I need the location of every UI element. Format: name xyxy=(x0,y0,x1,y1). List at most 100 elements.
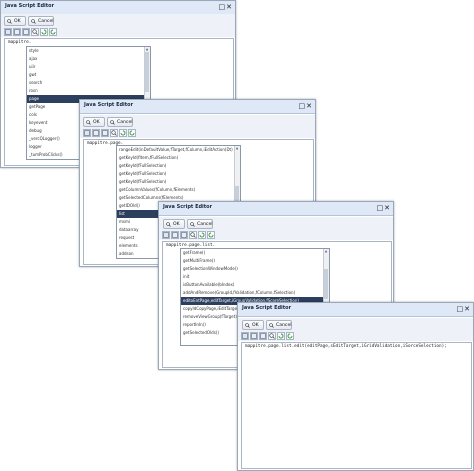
paste-tool-button[interactable] xyxy=(101,129,109,137)
autocomplete-item[interactable]: ajax xyxy=(27,55,150,63)
copy-icon xyxy=(14,29,20,35)
cancel-button[interactable]: Cancel xyxy=(28,16,54,26)
ok-check-icon xyxy=(86,120,91,125)
window-title: Java Script Editor xyxy=(163,204,213,210)
window-title-bar: Java Script Editor □✕ xyxy=(159,202,393,216)
button-bar: OK Cancel xyxy=(159,217,393,230)
cancel-button[interactable]: Cancel xyxy=(107,117,133,127)
copy-tool-button[interactable] xyxy=(171,231,179,239)
button-bar: OK Cancel xyxy=(80,115,315,128)
maximize-icon[interactable]: □ xyxy=(299,102,306,110)
undo-tool-button[interactable] xyxy=(277,332,285,340)
cancel-button[interactable]: Cancel xyxy=(187,219,213,229)
autocomplete-item[interactable]: getKeyId(fFullSelection) xyxy=(117,178,240,186)
paste-tool-button[interactable] xyxy=(180,231,188,239)
autocomplete-item[interactable]: getFrame() xyxy=(181,249,329,257)
ok-label: OK xyxy=(252,323,259,328)
copy-tool-button[interactable] xyxy=(13,28,21,36)
redo-tool-button[interactable] xyxy=(207,231,215,239)
ok-button[interactable]: OK xyxy=(242,320,264,330)
cancel-label: Cancel xyxy=(197,222,213,227)
window-title-bar: Java Script Editor □✕ xyxy=(238,303,473,317)
autocomplete-item[interactable]: addAndRemove(GroupId,fValidation,fColumn… xyxy=(181,289,329,297)
cancel-button[interactable]: Cancel xyxy=(266,320,292,330)
ok-check-icon xyxy=(245,323,250,328)
redo-tool-button[interactable] xyxy=(128,129,136,137)
undo-tool-button[interactable] xyxy=(119,129,127,137)
ok-button[interactable]: OK xyxy=(83,117,105,127)
ok-button[interactable]: OK xyxy=(4,16,26,26)
close-icon[interactable]: ✕ xyxy=(384,204,390,212)
undo-icon xyxy=(278,333,284,339)
insert-tool-button[interactable] xyxy=(241,332,249,340)
autocomplete-item[interactable]: search xyxy=(27,79,150,87)
insert-tool-button[interactable] xyxy=(83,129,91,137)
button-bar: OK Cancel xyxy=(238,318,473,331)
cancel-icon xyxy=(269,323,274,328)
insert-tool-button[interactable] xyxy=(162,231,170,239)
autocomplete-item[interactable]: style xyxy=(27,47,150,55)
autocomplete-item[interactable]: getColumnValues(fColumn,fElements) xyxy=(117,186,240,194)
find-tool-button[interactable] xyxy=(31,28,39,36)
paste-icon xyxy=(23,29,29,35)
insert-tool-button[interactable] xyxy=(4,28,12,36)
find-tool-button[interactable] xyxy=(189,231,197,239)
redo-tool-button[interactable] xyxy=(49,28,57,36)
autocomplete-item[interactable]: rangeEdit(inDefaultValue,fTarget,fColumn… xyxy=(117,146,240,154)
editor-toolbar xyxy=(1,27,235,37)
close-icon[interactable]: ✕ xyxy=(226,3,232,11)
autocomplete-item[interactable]: getSelectionWindowMode() xyxy=(181,265,329,273)
autocomplete-item[interactable]: getMultiFrame() xyxy=(181,257,329,265)
find-tool-button[interactable] xyxy=(110,129,118,137)
autocomplete-item[interactable]: gwt xyxy=(27,71,150,79)
ok-button[interactable]: OK xyxy=(163,219,185,229)
copy-tool-button[interactable] xyxy=(92,129,100,137)
paste-tool-button[interactable] xyxy=(259,332,267,340)
ok-label: OK xyxy=(14,19,21,24)
paste-icon xyxy=(102,130,108,136)
undo-icon xyxy=(199,232,205,238)
undo-tool-button[interactable] xyxy=(198,231,206,239)
window-title: Java Script Editor xyxy=(5,3,55,9)
window-title: Java Script Editor xyxy=(242,305,292,311)
autocomplete-item[interactable]: getKeyId(fItem,fFullSelection) xyxy=(117,154,240,162)
find-icon xyxy=(32,29,38,35)
scroll-up-icon[interactable]: ▲ xyxy=(235,146,239,150)
scroll-thumb[interactable] xyxy=(145,52,149,92)
autocomplete-item[interactable]: isButtonAvailable(bIndex) xyxy=(181,281,329,289)
redo-tool-button[interactable] xyxy=(286,332,294,340)
paste-tool-button[interactable] xyxy=(22,28,30,36)
scroll-up-icon[interactable]: ▲ xyxy=(145,47,149,51)
cancel-label: Cancel xyxy=(117,120,133,125)
maximize-icon[interactable]: □ xyxy=(219,3,226,11)
autocomplete-item[interactable]: getKeyId(fFullSelection) xyxy=(117,170,240,178)
autocomplete-item[interactable]: uiir xyxy=(27,63,150,71)
find-tool-button[interactable] xyxy=(268,332,276,340)
redo-icon xyxy=(208,232,214,238)
editor-toolbar xyxy=(238,331,473,341)
window-title-bar: Java Script Editor □✕ xyxy=(1,1,235,15)
maximize-icon[interactable]: □ xyxy=(377,204,384,212)
undo-icon xyxy=(41,29,47,35)
scroll-up-icon[interactable]: ▲ xyxy=(324,249,328,253)
window-title-bar: Java Script Editor □✕ xyxy=(80,100,315,114)
window-title: Java Script Editor xyxy=(84,102,134,108)
cancel-icon xyxy=(190,222,195,227)
button-bar: OK Cancel xyxy=(1,14,235,27)
find-icon xyxy=(190,232,196,238)
editor-toolbar xyxy=(80,128,315,138)
insert-icon xyxy=(242,333,248,339)
find-icon xyxy=(111,130,117,136)
scroll-thumb[interactable] xyxy=(324,269,328,299)
autocomplete-item[interactable]: rosn xyxy=(27,87,150,95)
copy-tool-button[interactable] xyxy=(250,332,258,340)
autocomplete-item[interactable]: getKeyId(fFullSelection) xyxy=(117,162,240,170)
close-icon[interactable]: ✕ xyxy=(464,305,470,313)
autocomplete-item[interactable]: init xyxy=(181,273,329,281)
find-icon xyxy=(269,333,275,339)
undo-tool-button[interactable] xyxy=(40,28,48,36)
paste-icon xyxy=(260,333,266,339)
maximize-icon[interactable]: □ xyxy=(457,305,464,313)
close-icon[interactable]: ✕ xyxy=(306,102,312,110)
code-editor[interactable]: mappitre.page.list.edit(editPage,sEditTa… xyxy=(241,342,472,469)
